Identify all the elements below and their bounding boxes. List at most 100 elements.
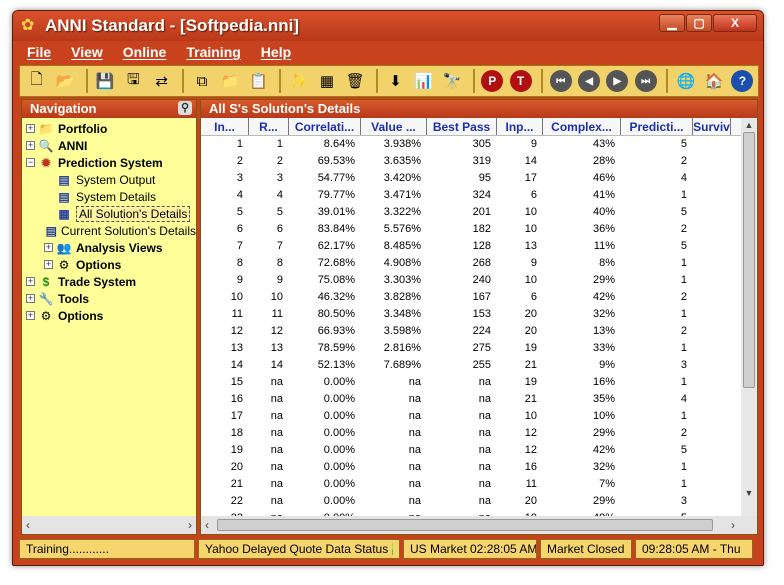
save-icon[interactable]: 💾 [93, 68, 118, 94]
navigation-header: Navigation ⚲ [22, 100, 196, 118]
table-row[interactable]: 4 4 79.77% 3.471% 324 6 41% 1 [201, 187, 757, 204]
menu-online[interactable]: Online [123, 41, 167, 63]
paste-icon[interactable]: 📋 [246, 68, 271, 94]
table-row[interactable]: 17 na 0.00% na na 10 10% 1 [201, 408, 757, 425]
table-row[interactable]: 1 1 8.64% 3.938% 305 9 43% 5 [201, 136, 757, 153]
erase-icon[interactable]: 🗑 [343, 68, 368, 94]
table-row[interactable]: 21 na 0.00% na na 11 7% 1 [201, 476, 757, 493]
home-icon[interactable]: 🏠 [701, 68, 726, 94]
column-header[interactable]: Complex... [543, 118, 621, 135]
column-header[interactable]: Surviv [693, 118, 731, 135]
tree-item[interactable]: + 🔧 Tools [22, 290, 196, 307]
tree-item[interactable]: + ⚙ Options [22, 256, 196, 273]
table-row[interactable]: 9 9 75.08% 3.303% 240 10 29% 1 [201, 272, 757, 289]
new-icon[interactable]: 🗋 [24, 68, 49, 94]
table-row[interactable]: 22 na 0.00% na na 20 29% 3 [201, 493, 757, 510]
table-row[interactable]: 19 na 0.00% na na 12 42% 5 [201, 442, 757, 459]
table-row[interactable]: 14 14 52.13% 7.689% 255 21 9% 3 [201, 357, 757, 374]
table-row[interactable]: 3 3 54.77% 3.420% 95 17 46% 4 [201, 170, 757, 187]
grid-header: In... R... Correlati... Value ... Best Pass I… [201, 118, 757, 136]
tree-item[interactable]: + 👥 Analysis Views [22, 239, 196, 256]
menu-view[interactable]: View [71, 41, 103, 63]
tree-item[interactable]: ▤ System Output [22, 171, 196, 188]
save-as-icon[interactable]: 🖫 [121, 68, 146, 94]
expand-icon[interactable]: + [26, 141, 35, 150]
expand-icon[interactable]: + [26, 124, 35, 133]
menu-help[interactable]: Help [261, 41, 291, 63]
grid-scroll-right-icon[interactable]: › [731, 518, 735, 532]
table-row[interactable]: 12 12 66.93% 3.598% 224 20 13% 2 [201, 323, 757, 340]
column-header[interactable]: Correlati... [289, 118, 361, 135]
table-row[interactable]: 15 na 0.00% na na 19 16% 1 [201, 374, 757, 391]
title-bar[interactable]: ✿ ANNI Standard - [Softpedia.nni] ▁ ▢ X [13, 11, 763, 41]
table-row[interactable]: 18 na 0.00% na na 12 29% 2 [201, 425, 757, 442]
grid-scroll-left-icon[interactable]: ‹ [205, 518, 209, 532]
navigation-horizontal-scrollbar[interactable]: ‹ › [22, 516, 196, 534]
table-row[interactable]: 10 10 46.32% 3.828% 167 6 42% 2 [201, 289, 757, 306]
p-button-icon[interactable]: P [480, 68, 505, 94]
last-icon[interactable]: ⏭ [633, 68, 658, 94]
chart-icon[interactable]: 📊 [411, 68, 436, 94]
next-icon[interactable]: ▶ [605, 68, 630, 94]
pin-icon[interactable]: ⚲ [178, 101, 192, 115]
column-header[interactable]: R... [249, 118, 289, 135]
column-header[interactable]: Inp... [497, 118, 543, 135]
column-header[interactable]: Predicti... [621, 118, 693, 135]
open-icon[interactable]: 📂 [52, 68, 77, 94]
tree-item[interactable]: − ✹ Prediction System [22, 154, 196, 171]
minimize-button[interactable]: ▁ [659, 14, 685, 32]
folder-open-icon[interactable]: 📁 [218, 68, 243, 94]
horizontal-scroll-thumb[interactable] [217, 519, 713, 531]
tree-item[interactable]: + $ Trade System [22, 273, 196, 290]
vertical-scroll-thumb[interactable] [743, 132, 755, 388]
column-header[interactable]: Value ... [361, 118, 427, 135]
tree-item[interactable]: + 🔍 ANNI [22, 137, 196, 154]
scroll-left-icon[interactable]: ‹ [26, 518, 30, 532]
table-row[interactable]: 2 2 69.53% 3.635% 319 14 28% 2 [201, 153, 757, 170]
grid-vertical-scrollbar[interactable]: ▲ ▼ [741, 118, 757, 518]
table-row[interactable]: 6 6 83.84% 5.576% 182 10 36% 2 [201, 221, 757, 238]
grid-horizontal-scrollbar[interactable]: ‹ › [201, 516, 757, 534]
column-header[interactable]: Best Pass [427, 118, 497, 135]
copy-icon[interactable]: ⧉ [189, 68, 214, 94]
help-icon[interactable]: ? [730, 68, 755, 94]
tree-item[interactable]: ▤ System Details [22, 188, 196, 205]
scroll-right-icon[interactable]: › [188, 518, 192, 532]
close-button[interactable]: X [713, 14, 757, 32]
prev-icon[interactable]: ◀ [576, 68, 601, 94]
t-button-icon[interactable]: T [508, 68, 533, 94]
table-row[interactable]: 8 8 72.68% 4.908% 268 9 8% 1 [201, 255, 757, 272]
globe-icon[interactable]: 🌐 [673, 68, 698, 94]
scroll-up-icon[interactable]: ▲ [741, 118, 757, 132]
tree-item[interactable]: + ⚙ Options [22, 307, 196, 324]
maximize-button[interactable]: ▢ [686, 14, 712, 32]
menu-training[interactable]: Training [186, 41, 240, 63]
binoculars-icon[interactable]: 🔭 [439, 68, 464, 94]
tree-item[interactable]: ▤ Current Solution's Details [22, 222, 196, 239]
tree-item[interactable]: + 📁 Portfolio [22, 120, 196, 137]
table-row[interactable]: 20 na 0.00% na na 16 32% 1 [201, 459, 757, 476]
table-row[interactable]: 13 13 78.59% 2.816% 275 19 33% 1 [201, 340, 757, 357]
expand-icon[interactable]: + [44, 260, 53, 269]
collapse-icon[interactable]: − [26, 158, 35, 167]
column-header[interactable]: In... [201, 118, 249, 135]
tree-item[interactable]: ▦ All Solution's Details [22, 205, 196, 222]
expand-icon[interactable]: + [26, 311, 35, 320]
table-row[interactable]: 11 11 80.50% 3.348% 153 20 32% 1 [201, 306, 757, 323]
wand-icon[interactable]: ✨ [286, 68, 311, 94]
expand-icon[interactable]: + [26, 294, 35, 303]
table-cell: 240 [472, 274, 491, 286]
table-cell: 42% [592, 291, 615, 303]
first-icon[interactable]: ⏮ [548, 68, 573, 94]
table-cell: 4 [680, 393, 687, 405]
download-icon[interactable]: ⬇ [383, 68, 408, 94]
table-row[interactable]: 5 5 39.01% 3.322% 201 10 40% 5 [201, 204, 757, 221]
menu-file[interactable]: File [27, 41, 51, 63]
table-row[interactable]: 16 na 0.00% na na 21 35% 4 [201, 391, 757, 408]
grid-icon[interactable]: ▦ [314, 68, 339, 94]
expand-icon[interactable]: + [44, 243, 53, 252]
convert-icon[interactable]: ⇄ [149, 68, 174, 94]
scroll-down-icon[interactable]: ▼ [741, 486, 757, 500]
expand-icon[interactable]: + [26, 277, 35, 286]
table-row[interactable]: 7 7 62.17% 8.485% 128 13 11% 5 [201, 238, 757, 255]
